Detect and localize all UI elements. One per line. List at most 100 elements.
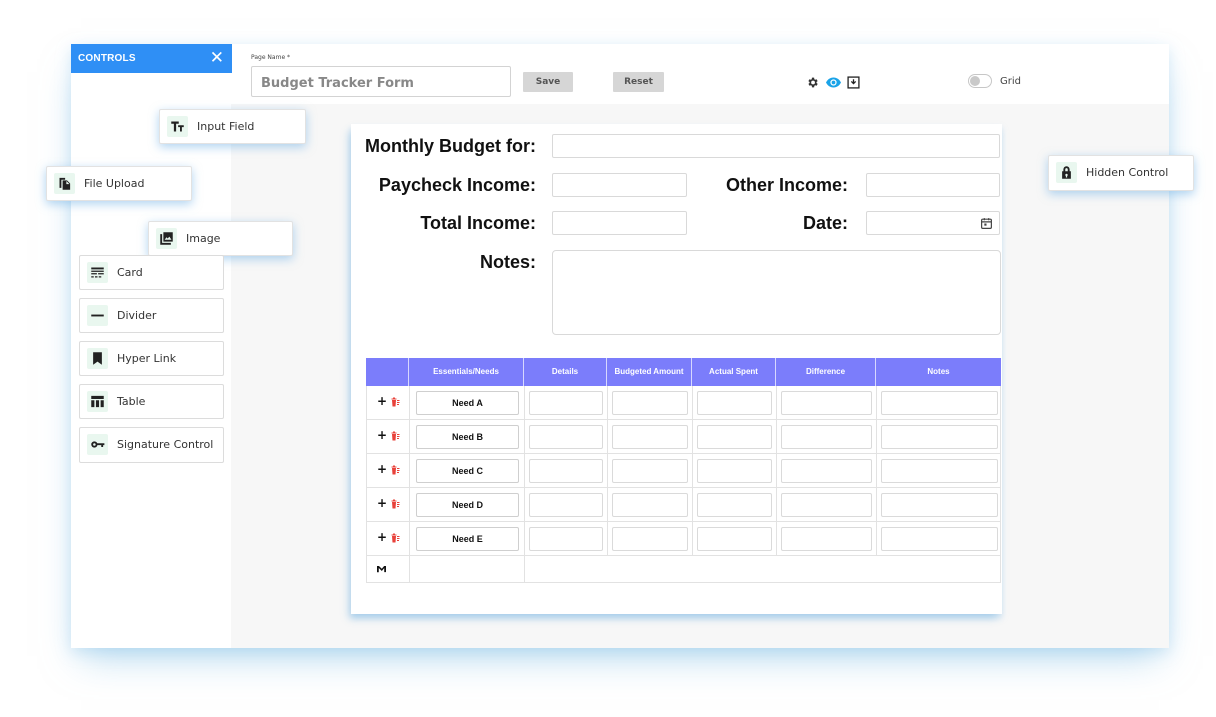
calendar-icon[interactable] — [980, 217, 993, 230]
bookmark-icon — [87, 348, 108, 369]
budgeted-input[interactable] — [612, 459, 688, 483]
cell-difference — [776, 522, 876, 556]
cell-essentials: Need C — [409, 454, 524, 488]
cell-actual — [692, 454, 776, 488]
actual-input[interactable] — [697, 425, 772, 449]
cell-budgeted — [607, 386, 692, 420]
sum-symbol: Σ — [374, 564, 389, 574]
control-label: File Upload — [84, 177, 145, 190]
control-item-image[interactable]: Image — [148, 221, 293, 256]
col-header-budgeted: Budgeted Amount — [606, 358, 691, 386]
cell-details — [524, 522, 607, 556]
gear-icon[interactable] — [806, 76, 819, 89]
control-item-card[interactable]: Card — [79, 255, 224, 290]
delete-row-icon[interactable] — [391, 465, 400, 475]
sum-row: Σ — [366, 556, 1001, 583]
table-row: + Need E — [366, 522, 1001, 556]
close-icon[interactable]: ✕ — [210, 49, 224, 66]
page-name-input[interactable]: Budget Tracker Form — [251, 66, 511, 97]
difference-input[interactable] — [781, 425, 872, 449]
budgeted-input[interactable] — [612, 425, 688, 449]
cell-essentials: Need B — [409, 420, 524, 454]
control-item-hyper-link[interactable]: Hyper Link — [79, 341, 224, 376]
need-input[interactable]: Need C — [416, 459, 519, 483]
add-row-icon[interactable]: + — [377, 531, 387, 543]
difference-input[interactable] — [781, 493, 872, 517]
control-label: Divider — [117, 309, 157, 322]
add-row-icon[interactable]: + — [377, 429, 387, 441]
details-input[interactable] — [529, 459, 603, 483]
save-button[interactable]: Save — [523, 72, 573, 92]
need-input[interactable]: Need E — [416, 527, 519, 551]
difference-input[interactable] — [781, 459, 872, 483]
delete-row-icon[interactable] — [391, 533, 400, 543]
control-item-signature-control[interactable]: Signature Control — [79, 427, 224, 463]
budgeted-input[interactable] — [612, 493, 688, 517]
cell-difference — [776, 420, 876, 454]
cell-essentials: Need D — [409, 488, 524, 522]
details-input[interactable] — [529, 425, 603, 449]
table-header: Essentials/Needs Details Budgeted Amount… — [366, 358, 1001, 386]
need-input[interactable]: Need D — [416, 493, 519, 517]
control-label: Table — [117, 395, 146, 408]
total-income-input[interactable] — [552, 211, 687, 235]
control-item-input-field[interactable]: Input Field — [159, 109, 306, 144]
download-icon[interactable] — [847, 76, 860, 89]
control-item-table[interactable]: Table — [79, 384, 224, 419]
add-row-icon[interactable]: + — [377, 463, 387, 475]
need-input[interactable]: Need A — [416, 391, 519, 415]
lock-icon — [1056, 162, 1077, 183]
cell-budgeted — [607, 454, 692, 488]
actual-input[interactable] — [697, 391, 772, 415]
other-income-input[interactable] — [866, 173, 1000, 197]
cell-actual — [692, 420, 776, 454]
actual-input[interactable] — [697, 459, 772, 483]
notes-input[interactable] — [881, 391, 998, 415]
control-item-file-upload[interactable]: File Upload — [46, 166, 192, 201]
file-copy-icon — [54, 173, 75, 194]
details-input[interactable] — [529, 493, 603, 517]
control-label: Input Field — [197, 120, 255, 133]
add-row-icon[interactable]: + — [377, 497, 387, 509]
notes-label: Notes: — [479, 252, 536, 272]
add-row-icon[interactable]: + — [377, 395, 387, 407]
actual-input[interactable] — [697, 527, 772, 551]
date-label: Date: — [802, 213, 848, 233]
control-item-hidden-control[interactable]: Hidden Control — [1048, 155, 1194, 191]
need-input[interactable]: Need B — [416, 425, 519, 449]
eye-icon[interactable] — [826, 77, 841, 88]
col-header-difference: Difference — [775, 358, 875, 386]
notes-input[interactable] — [881, 459, 998, 483]
budgeted-input[interactable] — [612, 391, 688, 415]
budgeted-input[interactable] — [612, 527, 688, 551]
delete-row-icon[interactable] — [391, 499, 400, 509]
cell-notes — [876, 522, 1002, 556]
actual-input[interactable] — [697, 493, 772, 517]
details-input[interactable] — [529, 527, 603, 551]
cell-details — [524, 454, 607, 488]
delete-row-icon[interactable] — [391, 397, 400, 407]
difference-input[interactable] — [781, 391, 872, 415]
notes-input[interactable] — [881, 425, 998, 449]
page-name-value: Budget Tracker Form — [261, 76, 414, 91]
screen: CONTROLS ✕ Page Name * Budget Tracker Fo… — [0, 0, 1216, 717]
cell-notes — [876, 454, 1002, 488]
grid-toggle[interactable] — [968, 74, 992, 88]
date-input[interactable] — [866, 211, 1000, 235]
text-size-icon — [167, 116, 188, 137]
difference-input[interactable] — [781, 527, 872, 551]
delete-row-icon[interactable] — [391, 431, 400, 441]
details-input[interactable] — [529, 391, 603, 415]
reset-button[interactable]: Reset — [613, 72, 664, 92]
table-icon — [87, 391, 108, 412]
cell-details — [524, 420, 607, 454]
notes-textarea[interactable] — [552, 250, 1001, 335]
paycheck-income-label: Paycheck Income: — [378, 175, 536, 195]
control-item-divider[interactable]: Divider — [79, 298, 224, 333]
notes-input[interactable] — [881, 527, 998, 551]
paycheck-income-input[interactable] — [552, 173, 687, 197]
notes-input[interactable] — [881, 493, 998, 517]
table-row: + Need A — [366, 386, 1001, 420]
other-income-label: Other Income: — [725, 175, 848, 195]
monthly-budget-input[interactable] — [552, 134, 1000, 158]
